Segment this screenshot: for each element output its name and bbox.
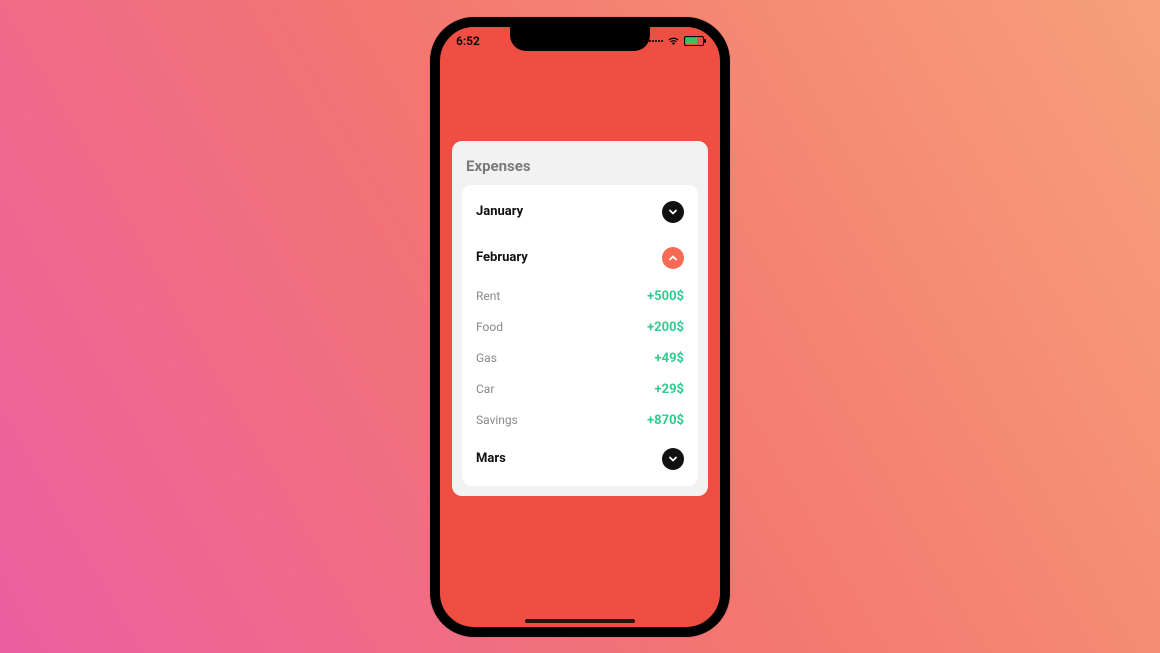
expense-amount: +29$ — [655, 382, 684, 397]
expense-amount: +200$ — [647, 320, 684, 335]
card-title: Expenses — [452, 151, 708, 185]
battery-fill — [686, 38, 697, 44]
cellular-signal-icon — [649, 40, 663, 42]
expense-row: Rent +500$ — [462, 281, 698, 312]
month-label: Mars — [476, 451, 506, 466]
expense-label: Gas — [476, 351, 497, 365]
status-indicators — [649, 36, 704, 46]
expense-label: Food — [476, 320, 503, 334]
expense-row: Gas +49$ — [462, 343, 698, 374]
expense-amount: +870$ — [647, 413, 684, 428]
month-label: January — [476, 204, 523, 219]
expense-row: Car +29$ — [462, 374, 698, 405]
month-label: February — [476, 250, 528, 265]
expense-row: Food +200$ — [462, 312, 698, 343]
expense-label: Savings — [476, 413, 518, 427]
phone-frame: 6:52 Expenses January — [430, 17, 730, 637]
expense-amount: +49$ — [655, 351, 684, 366]
wifi-icon — [667, 36, 680, 46]
expense-row: Savings +870$ — [462, 405, 698, 436]
month-header-february[interactable]: February — [462, 235, 698, 281]
expense-label: Rent — [476, 289, 500, 303]
chevron-down-icon[interactable] — [662, 201, 684, 223]
status-time: 6:52 — [456, 34, 480, 48]
month-header-mars[interactable]: Mars — [462, 436, 698, 482]
chevron-up-icon[interactable] — [662, 247, 684, 269]
expenses-card: Expenses January February Rent +500$ — [452, 141, 708, 496]
expense-amount: +500$ — [647, 289, 684, 304]
months-list: January February Rent +500$ Food +200$ — [462, 185, 698, 486]
home-indicator[interactable] — [525, 619, 635, 623]
month-header-january[interactable]: January — [462, 189, 698, 235]
expense-label: Car — [476, 382, 494, 396]
battery-icon — [684, 36, 704, 46]
chevron-down-icon[interactable] — [662, 448, 684, 470]
phone-notch — [510, 27, 650, 51]
